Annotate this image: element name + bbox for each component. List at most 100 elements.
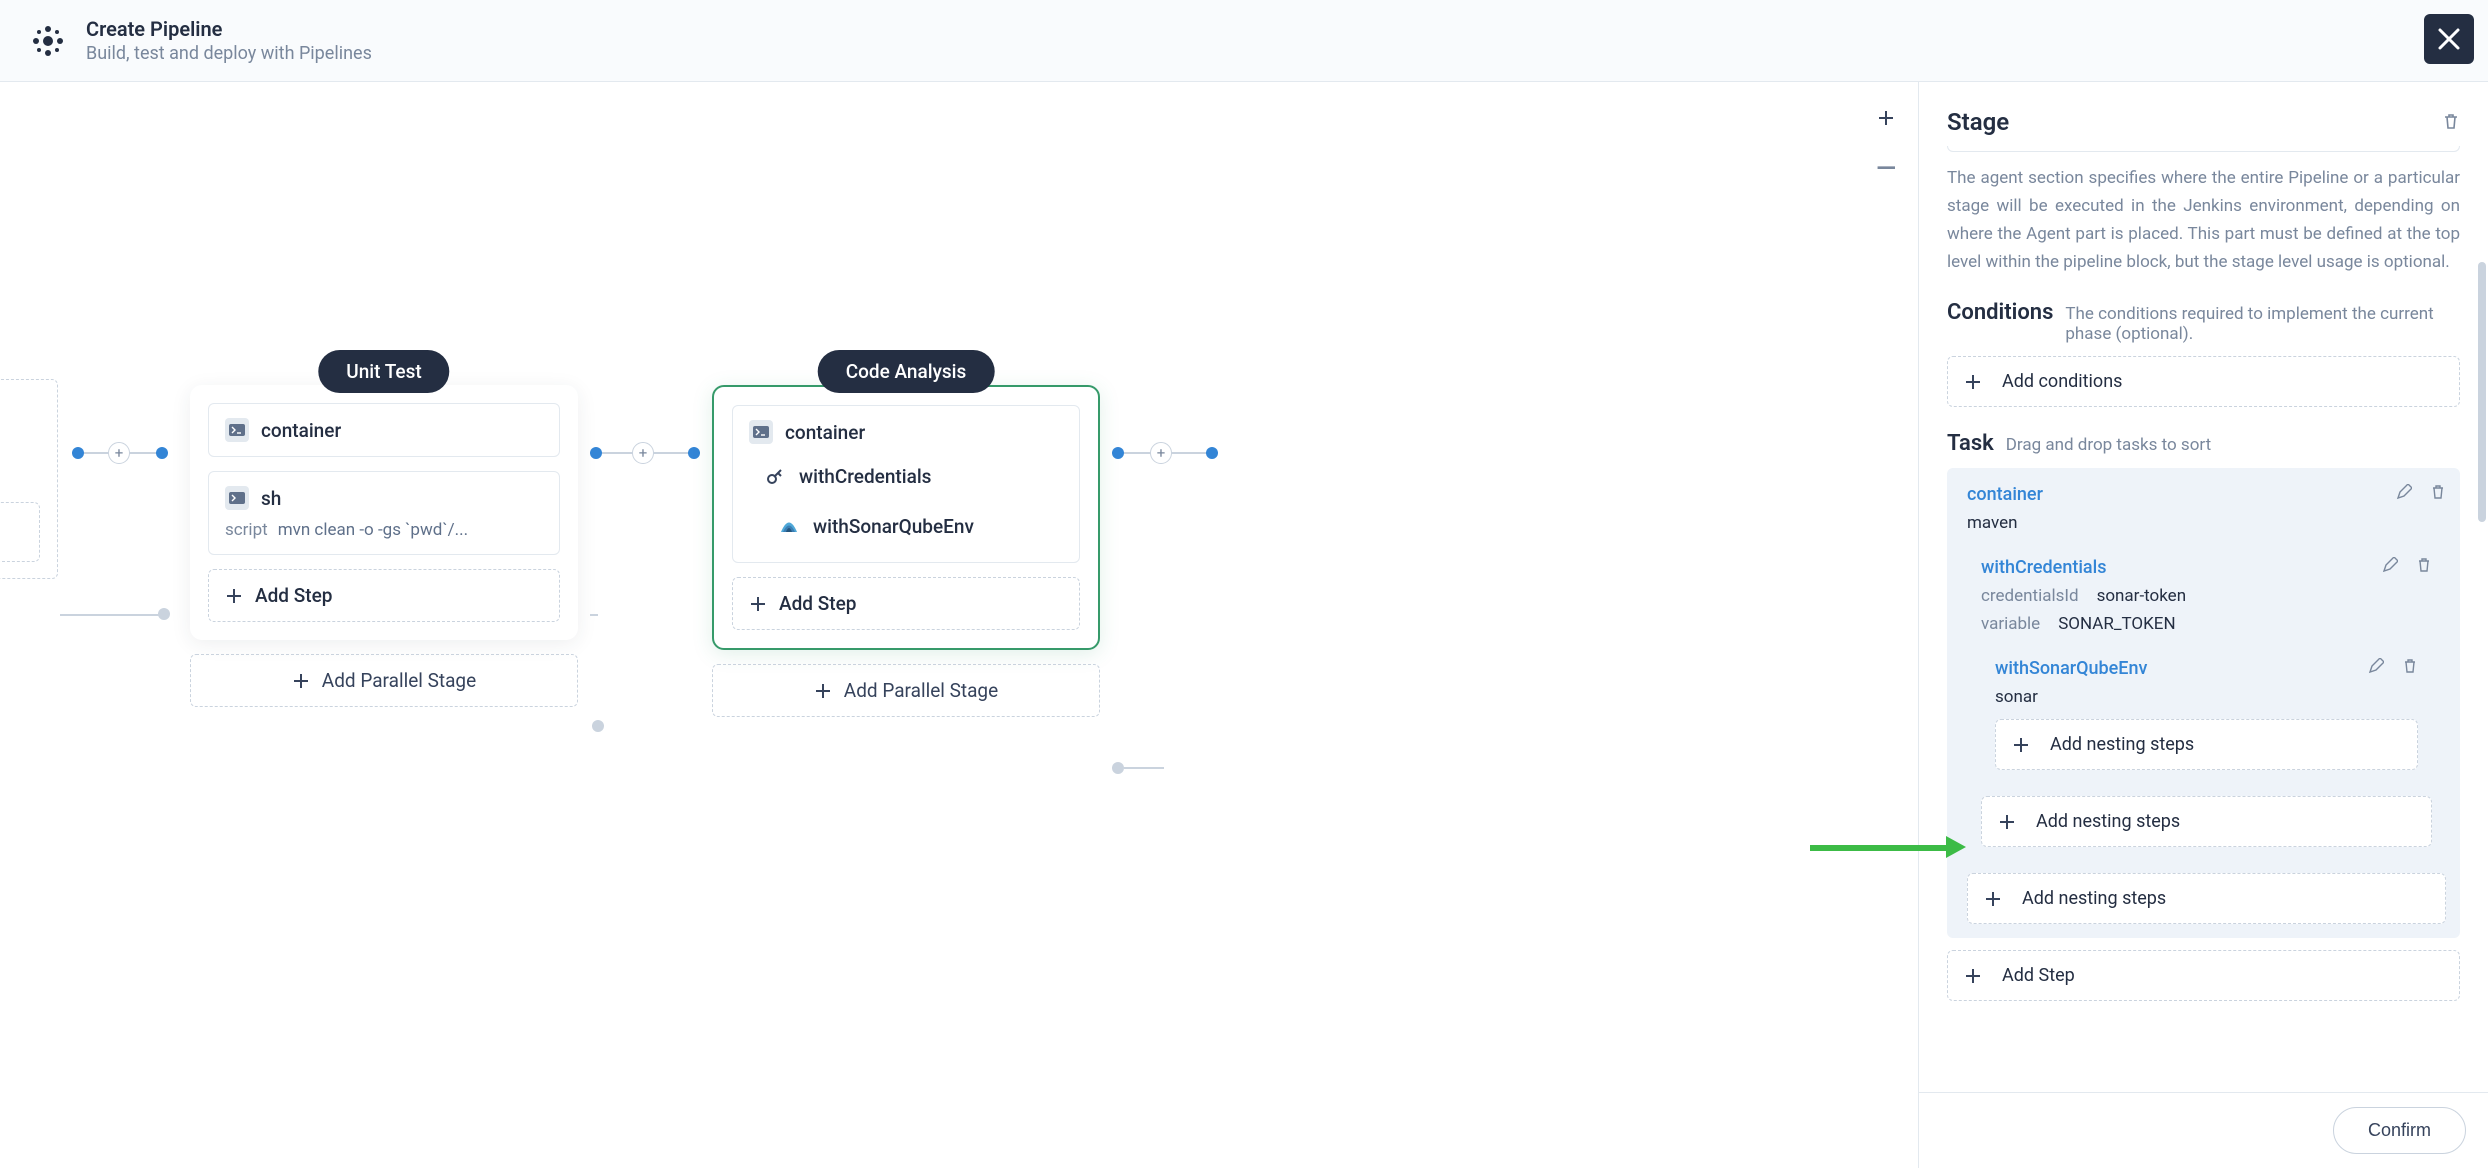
connector-dot — [156, 447, 168, 459]
add-stage-node[interactable]: + — [632, 442, 654, 464]
task-name: withSonarQubeEnv — [1995, 658, 2147, 679]
step-name: sh — [261, 487, 281, 510]
zoom-controls: — — [1876, 104, 1896, 184]
add-parallel-label: Add Parallel Stage — [844, 679, 998, 702]
variable-row: variableSONAR_TOKEN — [1981, 614, 2432, 634]
add-step-label: Add Step — [779, 592, 856, 615]
plus-icon — [1877, 109, 1895, 127]
delete-task-button[interactable] — [2430, 484, 2446, 505]
edit-task-button[interactable] — [2396, 484, 2412, 505]
page-subtitle: Build, test and deploy with Pipelines — [86, 43, 372, 64]
sonar-icon — [777, 514, 801, 538]
properties-panel: Stage The agent section specifies where … — [1918, 82, 2488, 1168]
add-parallel-stage-button[interactable]: Add Parallel Stage — [712, 664, 1100, 717]
connector-dot — [1112, 762, 1124, 774]
add-step-button[interactable]: Add Step — [732, 577, 1080, 630]
connector-dot — [592, 720, 604, 732]
add-conditions-label: Add conditions — [2002, 371, 2122, 392]
panel-scrollbar[interactable] — [2478, 202, 2486, 802]
step-with-sonar[interactable]: withSonarQubeEnv — [777, 504, 1063, 548]
connector-dot — [1206, 447, 1218, 459]
stage-card-selected[interactable]: container withCredentials — [712, 385, 1100, 650]
stage-pill[interactable]: Code Analysis — [818, 350, 995, 393]
terminal-icon — [749, 420, 773, 444]
close-button[interactable] — [2424, 14, 2474, 64]
ghost-parallel-row — [0, 502, 40, 562]
stage-heading: Stage — [1947, 108, 2009, 136]
add-nesting-steps-button-outer[interactable]: Add nesting steps — [1967, 873, 2446, 924]
edit-task-button[interactable] — [2382, 557, 2398, 578]
header-text: Create Pipeline Build, test and deploy w… — [86, 17, 372, 64]
conditions-heading: Conditions — [1947, 300, 2053, 325]
plus-icon — [292, 672, 310, 690]
add-nesting-label: Add nesting steps — [2036, 811, 2180, 832]
step-name: container — [785, 421, 865, 444]
close-icon — [2436, 26, 2462, 52]
agent-description: The agent section specifies where the en… — [1947, 164, 2460, 276]
add-nesting-label: Add nesting steps — [2022, 888, 2166, 909]
credentials-id-row: credentialsIdsonar-token — [1981, 586, 2432, 606]
step-container[interactable]: container withCredentials — [732, 405, 1080, 563]
task-name-row: withCredentials — [1981, 557, 2432, 578]
stage-pill[interactable]: Unit Test — [318, 350, 449, 393]
task-container[interactable]: container maven withCredentials — [1947, 468, 2460, 938]
page-title: Create Pipeline — [86, 17, 372, 41]
connector-dot — [688, 447, 700, 459]
connector-line — [590, 614, 598, 616]
add-conditions-button[interactable]: Add conditions — [1947, 356, 2460, 407]
task-with-sonar[interactable]: withSonarQubeEnv sonar Add nesting steps — [1981, 646, 2432, 784]
conditions-subtext: The conditions required to implement the… — [2065, 304, 2460, 344]
add-stage-node[interactable]: + — [108, 442, 130, 464]
add-nesting-label: Add nesting steps — [2050, 734, 2194, 755]
connector-line — [1124, 767, 1164, 769]
panel-body[interactable]: Stage The agent section specifies where … — [1919, 82, 2488, 1092]
task-name: withCredentials — [1981, 557, 2106, 578]
delete-stage-button[interactable] — [2442, 108, 2460, 136]
edit-task-button[interactable] — [2368, 658, 2384, 679]
task-name: container — [1967, 484, 2043, 505]
input-field-bottom[interactable] — [1947, 146, 2460, 152]
add-nesting-steps-button-mid[interactable]: Add nesting steps — [1981, 796, 2432, 847]
terminal-icon — [225, 418, 249, 442]
terminal-icon — [225, 486, 249, 510]
pipeline-canvas[interactable]: — + Unit Test container — [0, 82, 1918, 1168]
plus-icon — [749, 595, 767, 613]
conditions-row: Conditions The conditions required to im… — [1947, 300, 2460, 344]
add-step-button[interactable]: Add Step — [208, 569, 560, 622]
task-value: sonar — [1995, 687, 2418, 707]
zoom-out-button[interactable]: — — [1876, 154, 1896, 184]
step-script: scriptmvn clean -o -gs `pwd`/... — [225, 520, 543, 540]
add-parallel-label: Add Parallel Stage — [322, 669, 476, 692]
step-name: withSonarQubeEnv — [813, 515, 974, 538]
step-name: withCredentials — [799, 465, 931, 488]
delete-task-button[interactable] — [2416, 557, 2432, 578]
stage-code-analysis: Code Analysis container — [712, 350, 1100, 717]
task-with-credentials[interactable]: withCredentials credentialsIdsonar-token… — [1967, 545, 2446, 861]
add-step-label: Add Step — [2002, 965, 2075, 986]
step-with-credentials[interactable]: withCredentials — [763, 454, 1063, 494]
zoom-in-button[interactable] — [1876, 104, 1896, 134]
scrollbar-thumb[interactable] — [2478, 262, 2486, 522]
plus-icon — [1998, 813, 2016, 831]
plus-icon — [1964, 373, 1982, 391]
task-value: maven — [1967, 513, 2446, 533]
add-stage-node[interactable]: + — [1150, 442, 1172, 464]
connector-line — [60, 614, 160, 616]
add-parallel-stage-button[interactable]: Add Parallel Stage — [190, 654, 578, 707]
connector-dot — [590, 447, 602, 459]
plus-icon — [1964, 967, 1982, 985]
step-container[interactable]: container — [208, 403, 560, 457]
delete-task-button[interactable] — [2402, 658, 2418, 679]
add-nesting-steps-button-inner[interactable]: Add nesting steps — [1995, 719, 2418, 770]
add-step-button-panel[interactable]: Add Step — [1947, 950, 2460, 1001]
step-sh[interactable]: sh scriptmvn clean -o -gs `pwd`/... — [208, 471, 560, 555]
task-subtext: Drag and drop tasks to sort — [2006, 435, 2211, 455]
connector-dot — [72, 447, 84, 459]
add-step-label: Add Step — [255, 584, 332, 607]
task-name-row: withSonarQubeEnv — [1995, 658, 2418, 679]
plus-icon — [814, 682, 832, 700]
stage-card[interactable]: container sh scriptmvn clean -o -gs `pwd… — [190, 385, 578, 640]
connector-dot — [1112, 447, 1124, 459]
task-name-row: container — [1967, 484, 2446, 505]
confirm-button[interactable]: Confirm — [2333, 1107, 2466, 1154]
